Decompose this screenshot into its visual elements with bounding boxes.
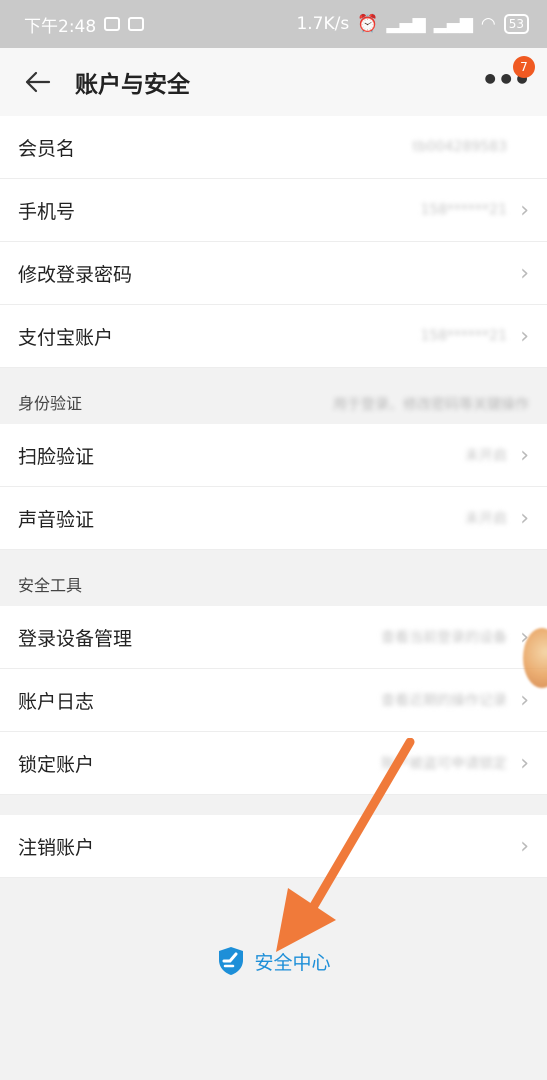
status-time: 下午2:48 xyxy=(24,16,97,37)
battery-level: 53 xyxy=(503,14,529,34)
row-label: 锁定账户 xyxy=(18,753,95,776)
wifi-icon: ◠ xyxy=(480,14,496,34)
row-deregister-account[interactable]: 注销账户 › xyxy=(0,815,547,878)
row-device-management[interactable]: 登录设备管理 查看当前登录的设备 › xyxy=(0,606,547,669)
notification-badge: 7 xyxy=(513,56,535,78)
row-value: 158******21 xyxy=(420,202,507,218)
row-alipay-account[interactable]: 支付宝账户 158******21 › xyxy=(0,305,547,368)
row-value: 158******21 xyxy=(420,328,507,344)
status-bar: 下午2:48 1.7K/s ⏰ ▂▄▆ ▂▄▆ ◠ 53 xyxy=(0,0,547,48)
row-value: 未开启 xyxy=(465,511,507,527)
row-member-name[interactable]: 会员名 tb004289583 xyxy=(0,116,547,179)
arrow-left-icon xyxy=(25,71,50,93)
identity-group: 扫脸验证 未开启 › 声音验证 未开启 › xyxy=(0,424,547,550)
row-label: 扫脸验证 xyxy=(18,445,95,468)
section-title: 安全工具 xyxy=(18,576,83,595)
row-value: 未开启 xyxy=(465,448,507,464)
row-label: 注销账户 xyxy=(18,836,95,859)
row-label: 声音验证 xyxy=(18,508,95,531)
signal-icon: ▂▄▆ xyxy=(433,14,473,34)
section-title: 身份验证 xyxy=(18,394,83,413)
row-label: 账户日志 xyxy=(18,690,95,713)
chevron-right-icon: › xyxy=(520,260,529,286)
chevron-right-icon: › xyxy=(520,505,529,531)
row-lock-account[interactable]: 锁定账户 账户被盗可申请锁定 › xyxy=(0,732,547,795)
row-label: 支付宝账户 xyxy=(18,326,114,349)
chevron-right-icon: › xyxy=(520,442,529,468)
footer-label: 安全中心 xyxy=(254,951,331,974)
row-phone[interactable]: 手机号 158******21 › xyxy=(0,179,547,242)
row-value: 查看近期的操作记录 xyxy=(381,693,507,709)
row-voice-verification[interactable]: 声音验证 未开启 › xyxy=(0,487,547,550)
section-note: 用于登录、修改密码等关键操作 xyxy=(333,397,529,413)
deregister-group: 注销账户 › xyxy=(0,815,547,878)
gallery-notification-icon xyxy=(104,17,121,31)
row-account-log[interactable]: 账户日志 查看近期的操作记录 › xyxy=(0,669,547,732)
row-label: 手机号 xyxy=(18,200,76,223)
chevron-right-icon: › xyxy=(520,197,529,223)
chevron-right-icon: › xyxy=(520,750,529,776)
app-header: 账户与安全 ••• 7 xyxy=(0,48,547,116)
alarm-icon: ⏰ xyxy=(357,14,379,34)
signal-hd-icon: ▂▄▆ xyxy=(386,14,426,34)
tools-group: 登录设备管理 查看当前登录的设备 › 账户日志 查看近期的操作记录 › 锁定账户… xyxy=(0,606,547,795)
row-change-password[interactable]: 修改登录密码 › xyxy=(0,242,547,305)
row-face-verification[interactable]: 扫脸验证 未开启 › xyxy=(0,424,547,487)
section-header-identity: 身份验证 用于登录、修改密码等关键操作 xyxy=(0,368,547,424)
app-notification-icon xyxy=(128,17,145,31)
row-label: 登录设备管理 xyxy=(18,627,133,650)
back-button[interactable] xyxy=(0,71,75,93)
security-center-link[interactable]: 安全中心 xyxy=(0,945,547,977)
chevron-right-icon: › xyxy=(520,323,529,349)
chevron-right-icon: › xyxy=(520,687,529,713)
row-label: 会员名 xyxy=(18,137,76,160)
account-group: 会员名 tb004289583 手机号 158******21 › 修改登录密码… xyxy=(0,116,547,368)
row-value: tb004289583 xyxy=(412,139,507,155)
chevron-right-icon: › xyxy=(520,833,529,859)
section-header-tools: 安全工具 xyxy=(0,550,547,606)
row-value: 账户被盗可申请锁定 xyxy=(381,756,507,772)
row-value: 查看当前登录的设备 xyxy=(381,630,507,646)
row-label: 修改登录密码 xyxy=(18,263,133,286)
network-speed: 1.7K/s xyxy=(296,14,350,34)
shield-icon xyxy=(219,947,244,975)
page-title: 账户与安全 xyxy=(75,72,190,98)
